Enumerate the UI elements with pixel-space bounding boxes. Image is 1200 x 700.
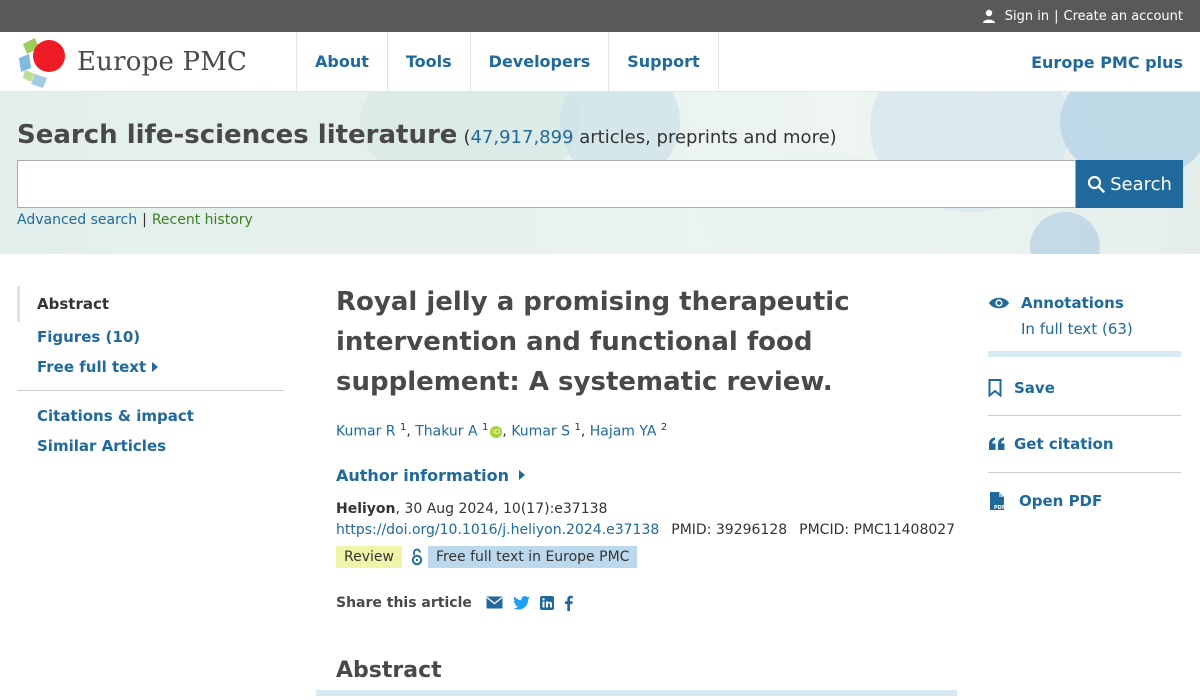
site-header: Europe PMC About Tools Developers Suppor… xyxy=(0,32,1200,92)
sidebar-item-abstract[interactable]: Abstract xyxy=(17,286,284,322)
article-identifiers: https://doi.org/10.1016/j.heliyon.2024.e… xyxy=(336,522,956,538)
facebook-icon[interactable] xyxy=(564,595,573,611)
sidebar-divider xyxy=(17,390,284,391)
orcid-icon[interactable]: iD xyxy=(490,425,503,438)
author-affiliation: 1 xyxy=(574,422,581,433)
author-link[interactable]: Thakur A xyxy=(415,424,477,440)
save-label: Save xyxy=(1014,379,1055,397)
panel-divider xyxy=(988,415,1181,416)
share-icons xyxy=(486,595,583,611)
europe-pmc-plus-link[interactable]: Europe PMC plus xyxy=(1031,53,1183,72)
pmcid: PMCID: PMC11408027 xyxy=(799,521,956,538)
search-icon xyxy=(1087,175,1105,193)
journal-name: Heliyon xyxy=(336,500,396,517)
free-full-text-badge[interactable]: Free full text in Europe PMC xyxy=(427,545,638,568)
top-bar: Sign in | Create an account xyxy=(0,0,1200,32)
get-citation-button[interactable]: Get citation xyxy=(988,435,1181,453)
search-banner: Search life-sciences literature (47,917,8… xyxy=(0,92,1200,254)
panel-divider xyxy=(988,472,1181,473)
author-information-label: Author information xyxy=(336,465,509,485)
europe-pmc-logo[interactable]: Europe PMC xyxy=(0,32,297,91)
topbar-separator: | xyxy=(1054,8,1059,24)
pmid: PMID: 39296128 xyxy=(671,521,788,538)
count-number[interactable]: 47,917,899 xyxy=(470,127,573,148)
author-link[interactable]: Kumar R xyxy=(336,424,396,440)
search-area: Search life-sciences literature (47,917,8… xyxy=(17,120,1183,228)
recent-history-link[interactable]: Recent history xyxy=(152,212,253,228)
nav-developers[interactable]: Developers xyxy=(471,32,610,91)
logo-text: Europe PMC xyxy=(77,46,248,77)
search-heading: Search life-sciences literature xyxy=(17,120,458,150)
author-link[interactable]: Hajam YA xyxy=(590,424,657,440)
open-pdf-button[interactable]: PDF Open PDF xyxy=(988,491,1181,511)
search-button[interactable]: Search xyxy=(1076,160,1183,208)
author-list: Kumar R 1, Thakur A 1 iD, Kumar S 1, Haja… xyxy=(336,422,668,440)
search-links-separator: | xyxy=(142,212,147,228)
create-account-link[interactable]: Create an account xyxy=(1064,9,1183,24)
sidebar-item-similar-articles[interactable]: Similar Articles xyxy=(17,431,284,461)
search-input[interactable] xyxy=(17,160,1076,208)
count-rest: articles, preprints and more) xyxy=(573,127,837,148)
abstract-heading: Abstract xyxy=(336,658,442,683)
doi-link[interactable]: https://doi.org/10.1016/j.heliyon.2024.e… xyxy=(336,522,659,538)
open-pdf-label: Open PDF xyxy=(1019,492,1103,510)
eye-icon xyxy=(988,296,1014,310)
search-button-label: Search xyxy=(1110,173,1172,195)
nav-tools[interactable]: Tools xyxy=(388,32,471,91)
article-actions-panel: Annotations In full text (63) Save Get c… xyxy=(988,290,1181,511)
save-button[interactable]: Save xyxy=(988,379,1181,397)
linkedin-icon[interactable] xyxy=(539,595,554,610)
abstract-underline xyxy=(316,690,957,696)
bookmark-icon xyxy=(988,379,1014,397)
article-title: Royal jelly a promising therapeutic inte… xyxy=(336,287,850,397)
get-citation-label: Get citation xyxy=(1014,435,1114,453)
author-affiliation: 1 xyxy=(482,422,489,433)
article-badges: Review Free full text in Europe PMC xyxy=(336,545,956,568)
nav-about[interactable]: About xyxy=(297,32,388,91)
annotations-link[interactable]: Annotations xyxy=(988,294,1181,312)
search-links: Advanced search | Recent history xyxy=(17,212,1183,228)
citation-details: , 30 Aug 2024, 10(17):e37138 xyxy=(395,500,608,517)
sidebar-item-label: Free full text xyxy=(37,358,147,376)
article-sidebar-nav: Abstract Figures (10) Free full text Cit… xyxy=(17,286,284,461)
in-full-text-link[interactable]: In full text (63) xyxy=(1021,320,1181,338)
article-count: (47,917,899 articles, preprints and more… xyxy=(463,127,836,148)
advanced-search-link[interactable]: Advanced search xyxy=(17,212,137,228)
email-icon[interactable] xyxy=(486,596,503,609)
share-article: Share this article xyxy=(336,595,956,611)
pdf-icon: PDF xyxy=(988,491,1014,511)
sidebar-item-free-full-text[interactable]: Free full text xyxy=(17,352,284,382)
twitter-icon[interactable] xyxy=(512,595,530,610)
caret-right-icon xyxy=(518,470,525,481)
panel-divider xyxy=(988,351,1181,357)
europe-pmc-logo-icon xyxy=(19,37,65,88)
author-information-toggle[interactable]: Author information xyxy=(336,466,956,485)
author-affiliation: 2 xyxy=(660,422,668,433)
search-row: Search xyxy=(17,160,1183,208)
article-main: Royal jelly a promising therapeutic inte… xyxy=(336,282,956,683)
journal-citation: Heliyon, 30 Aug 2024, 10(17):e37138 xyxy=(336,501,956,517)
quote-icon xyxy=(988,437,1014,451)
sign-in-link[interactable]: Sign in xyxy=(1005,9,1049,24)
annotations-label: Annotations xyxy=(1021,294,1124,312)
open-access-icon xyxy=(411,548,423,565)
author-affiliation: 1 xyxy=(399,422,407,433)
share-label: Share this article xyxy=(336,594,472,611)
search-heading-row: Search life-sciences literature (47,917,8… xyxy=(17,120,1183,150)
sidebar-item-citations[interactable]: Citations & impact xyxy=(17,401,284,431)
person-icon xyxy=(982,9,995,23)
sidebar-item-figures[interactable]: Figures (10) xyxy=(17,322,284,352)
svg-text:PDF: PDF xyxy=(994,505,1005,511)
review-badge: Review xyxy=(336,545,402,568)
author-link[interactable]: Kumar S xyxy=(511,424,570,440)
caret-right-icon xyxy=(152,362,159,372)
nav-support[interactable]: Support xyxy=(609,32,719,91)
main-nav: About Tools Developers Support xyxy=(297,32,719,91)
